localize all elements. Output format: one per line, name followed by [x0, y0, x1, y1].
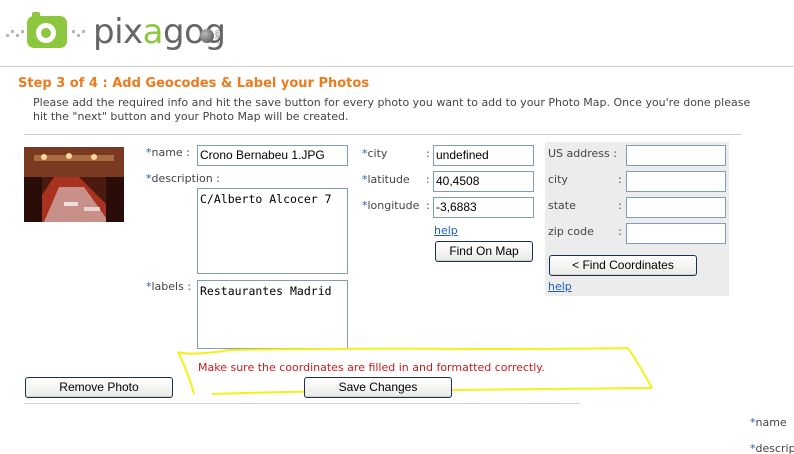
labels-label: *labels :	[146, 280, 192, 293]
logo-dot	[16, 34, 19, 37]
city-input[interactable]: undefined	[433, 145, 534, 166]
us-state-label: state	[548, 199, 576, 212]
save-changes-button[interactable]: Save Changes	[304, 377, 452, 398]
logo[interactable]: pixagog .com	[0, 0, 230, 60]
us-zip-input[interactable]	[626, 223, 726, 244]
us-address-input[interactable]	[626, 145, 726, 166]
logo-dot	[11, 30, 14, 33]
photo-name-input[interactable]: Crono Bernabeu 1.JPG	[197, 145, 348, 166]
find-coordinates-button[interactable]: < Find Coordinates	[549, 255, 697, 276]
step-instructions: Please add the required info and hit the…	[33, 96, 751, 123]
us-address-label: US address :	[548, 147, 617, 160]
globe-icon	[200, 29, 214, 43]
logo-domain: .com	[214, 30, 221, 45]
logo-dot	[82, 30, 85, 33]
next-name-label: *name	[750, 416, 787, 429]
logo-dot	[72, 30, 75, 33]
logo-dot	[77, 34, 80, 37]
labels-textarea[interactable]: Restaurantes Madrid	[197, 280, 348, 349]
longitude-colon: :	[426, 199, 430, 212]
us-address-panel: US address : city : state : zip code : <…	[545, 142, 729, 296]
photo-thumbnail	[24, 147, 124, 222]
us-address-help-link[interactable]: help	[548, 280, 572, 293]
city-colon: :	[426, 147, 430, 160]
section-divider	[24, 134, 742, 135]
camera-logo-icon	[27, 12, 67, 48]
latitude-label: *latitude	[362, 173, 410, 186]
logo-dot	[6, 34, 9, 37]
step-title: Step 3 of 4 : Add Geocodes & Label your …	[18, 76, 370, 91]
name-label: *name :	[146, 146, 190, 159]
remove-photo-button[interactable]: Remove Photo	[25, 377, 173, 398]
logo-dot	[21, 30, 24, 33]
longitude-label: *longitude	[362, 199, 420, 212]
geocode-help-link[interactable]: help	[434, 224, 458, 237]
header-divider	[0, 66, 794, 67]
us-state-input[interactable]	[626, 197, 726, 218]
us-zip-colon: :	[618, 225, 622, 238]
find-on-map-button[interactable]: Find On Map	[435, 241, 533, 262]
longitude-input[interactable]: -3,6883	[433, 197, 534, 218]
restaurant-photo-image	[24, 147, 124, 222]
latitude-colon: :	[426, 173, 430, 186]
description-textarea[interactable]: C/Alberto Alcocer 7	[197, 188, 348, 274]
city-label: *city	[362, 147, 388, 160]
latitude-input[interactable]: 40,4508	[433, 171, 534, 192]
us-zip-label: zip code	[548, 225, 594, 238]
form-divider	[24, 403, 580, 404]
us-state-colon: :	[618, 199, 622, 212]
description-label: *description :	[146, 172, 220, 185]
coordinates-warning-message: Make sure the coordinates are filled in …	[198, 361, 545, 374]
us-city-input[interactable]	[626, 171, 726, 192]
next-description-label: *descrip	[750, 442, 794, 454]
us-city-colon: :	[618, 173, 622, 186]
us-city-label: city	[548, 173, 568, 186]
